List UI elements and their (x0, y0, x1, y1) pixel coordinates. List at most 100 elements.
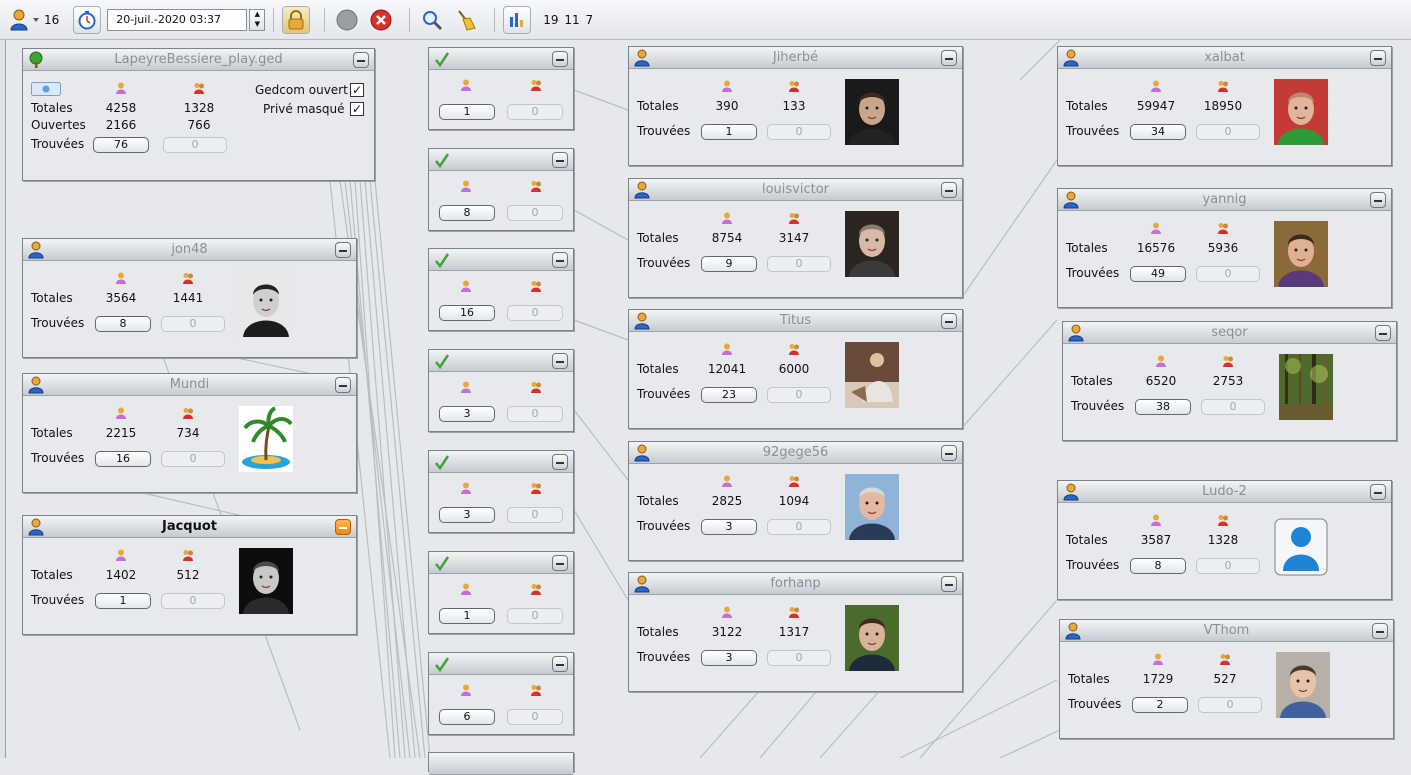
user-panel-3[interactable]: 92gege56 Totales 2825 1094 Trouvées 3 0 (628, 441, 963, 561)
trouvees-individus-button[interactable]: 34 (1130, 124, 1186, 140)
match-individus-button[interactable]: 8 (439, 205, 495, 221)
lock-button[interactable] (282, 5, 311, 34)
minimize-button[interactable] (552, 454, 568, 470)
minimize-button[interactable] (1370, 192, 1386, 208)
minimize-button[interactable] (552, 152, 568, 168)
minimize-button[interactable] (335, 377, 351, 393)
minimize-button[interactable] (552, 353, 568, 369)
user-panel-1[interactable]: louisvictor Totales 8754 3147 Trouvées 9 0 (628, 178, 963, 298)
match-individus-button[interactable]: 1 (439, 104, 495, 120)
panel-header[interactable]: louisvictor (629, 179, 962, 201)
minimize-button[interactable] (941, 50, 957, 66)
minimize-button[interactable] (1370, 484, 1386, 500)
record-button[interactable] (333, 6, 361, 34)
minimize-button[interactable] (1372, 623, 1388, 639)
trouvees-individus-button[interactable]: 1 (95, 593, 151, 609)
trouvees-individus-button[interactable]: 8 (95, 316, 151, 332)
trouvees-individus-button[interactable]: 38 (1135, 399, 1191, 415)
user-panel-4[interactable]: forhanp Totales 3122 1317 Trouvées 3 0 (628, 572, 963, 692)
user-panel-2[interactable]: Titus Totales 12041 6000 Trouvées 23 0 (628, 309, 963, 429)
statistics-button[interactable] (503, 5, 532, 34)
panel-header[interactable] (429, 48, 573, 70)
minimize-button[interactable] (941, 445, 957, 461)
match-individus-button[interactable]: 16 (439, 305, 495, 321)
match-individus-button[interactable]: 3 (439, 507, 495, 523)
trouvees-individus-button[interactable]: 16 (95, 451, 151, 467)
panel-header[interactable]: forhanp (629, 573, 962, 595)
minimize-button[interactable] (941, 313, 957, 329)
panel-header[interactable] (429, 451, 573, 473)
trouvees-individus-button[interactable]: 3 (701, 519, 757, 535)
trouvees-individus-button[interactable]: 9 (701, 256, 757, 272)
match-panel-4[interactable]: 30 (428, 450, 574, 533)
panel-header[interactable]: Titus (629, 310, 962, 332)
minimize-button[interactable] (552, 252, 568, 268)
user-panel-1[interactable]: yannig Totales 16576 5936 Trouvées 49 0 (1057, 188, 1392, 308)
match-panel-3[interactable]: 30 (428, 349, 574, 432)
match-individus-button[interactable]: 3 (439, 406, 495, 422)
panel-header[interactable]: xalbat (1058, 47, 1391, 69)
trouvees-individus-button[interactable]: 23 (701, 387, 757, 403)
date-spinner[interactable]: ▲ ▼ (249, 8, 266, 31)
clean-button[interactable] (452, 6, 480, 34)
panel-header[interactable] (429, 249, 573, 271)
user-panel-2[interactable]: seqor Totales 6520 2753 Trouvées 38 0 (1062, 321, 1397, 441)
minimize-button[interactable] (552, 555, 568, 571)
minimize-button[interactable] (1370, 50, 1386, 66)
minimize-button[interactable] (335, 242, 351, 258)
panel-header[interactable]: VThom (1060, 620, 1393, 642)
date-time-field[interactable]: 20-juil.-2020 03:37 (107, 8, 248, 31)
match-panel-0[interactable]: 10 (428, 47, 574, 130)
minimize-button[interactable] (335, 519, 351, 535)
minimize-button[interactable] (353, 52, 369, 68)
panel-header[interactable] (429, 350, 573, 372)
panel-header[interactable]: seqor (1063, 322, 1396, 344)
panel-header[interactable]: jon48 (23, 239, 356, 261)
panel-header[interactable] (429, 653, 573, 675)
user-menu-button[interactable]: 16 (10, 6, 67, 34)
user-panel-2[interactable]: Jacquot Totales 1402 512 Trouvées 1 0 (22, 515, 357, 635)
user-photo (1274, 513, 1328, 579)
user-panel-4[interactable]: VThom Totales 1729 527 Trouvées 2 0 (1059, 619, 1394, 739)
trouvees-individus-button[interactable]: 1 (701, 124, 757, 140)
panel-header[interactable]: Jacquot (23, 516, 356, 538)
minimize-button[interactable] (552, 51, 568, 67)
minimize-button[interactable] (1375, 325, 1391, 341)
panel-header[interactable] (429, 552, 573, 574)
spin-down-icon[interactable]: ▼ (255, 21, 260, 28)
minimize-button[interactable] (552, 656, 568, 672)
user-panel-1[interactable]: Mundi Totales 2215 734 Trouvées 16 0 (22, 373, 357, 493)
trouvees-individus-button[interactable]: 2 (1132, 697, 1188, 713)
trouvees-individus-button[interactable]: 8 (1130, 558, 1186, 574)
user-panel-3[interactable]: Ludo-2 Totales 3587 1328 Trouvées 8 0 (1057, 480, 1392, 600)
match-individus-button[interactable]: 1 (439, 608, 495, 624)
match-panel-5[interactable]: 10 (428, 551, 574, 634)
minimize-button[interactable] (941, 182, 957, 198)
panel-header[interactable]: Mundi (23, 374, 356, 396)
gedcom-ouvert-checkbox[interactable]: ✓ (350, 83, 364, 97)
prive-masque-checkbox[interactable]: ✓ (350, 102, 364, 116)
trouvees-individus-button[interactable]: 49 (1130, 266, 1186, 282)
stop-button[interactable] (367, 6, 395, 34)
user-panel-0[interactable]: Jiherbé Totales 390 133 Trouvées 1 0 (628, 46, 963, 166)
match-panel-6[interactable]: 60 (428, 652, 574, 735)
match-panel-1[interactable]: 80 (428, 148, 574, 231)
trouvees-label: Trouvées (31, 316, 85, 330)
panel-header[interactable]: LapeyreBessiere_play.ged (23, 49, 374, 71)
panel-header[interactable]: yannig (1058, 189, 1391, 211)
spin-up-icon[interactable]: ▲ (255, 11, 260, 18)
match-individus-button[interactable]: 6 (439, 709, 495, 725)
panel-header[interactable]: Ludo-2 (1058, 481, 1391, 503)
user-panel-0[interactable]: jon48 Totales 3564 1441 Trouvées 8 0 (22, 238, 357, 358)
minimize-button[interactable] (941, 576, 957, 592)
match-panel-2[interactable]: 16 0 (428, 248, 574, 331)
search-button[interactable] (418, 6, 446, 34)
panel-header[interactable] (429, 149, 573, 171)
user-panel-0[interactable]: xalbat Totales 59947 18950 Trouvées 34 0 (1057, 46, 1392, 166)
trouvees-individus-button[interactable]: 76 (93, 137, 149, 153)
panel-header[interactable]: 92gege56 (629, 442, 962, 464)
timer-button[interactable] (73, 5, 102, 34)
trouvees-individus-button[interactable]: 3 (701, 650, 757, 666)
panel-header[interactable]: Jiherbé (629, 47, 962, 69)
gedcom-root-panel[interactable]: LapeyreBessiere_play.ged Totales 4258 13… (22, 48, 375, 181)
